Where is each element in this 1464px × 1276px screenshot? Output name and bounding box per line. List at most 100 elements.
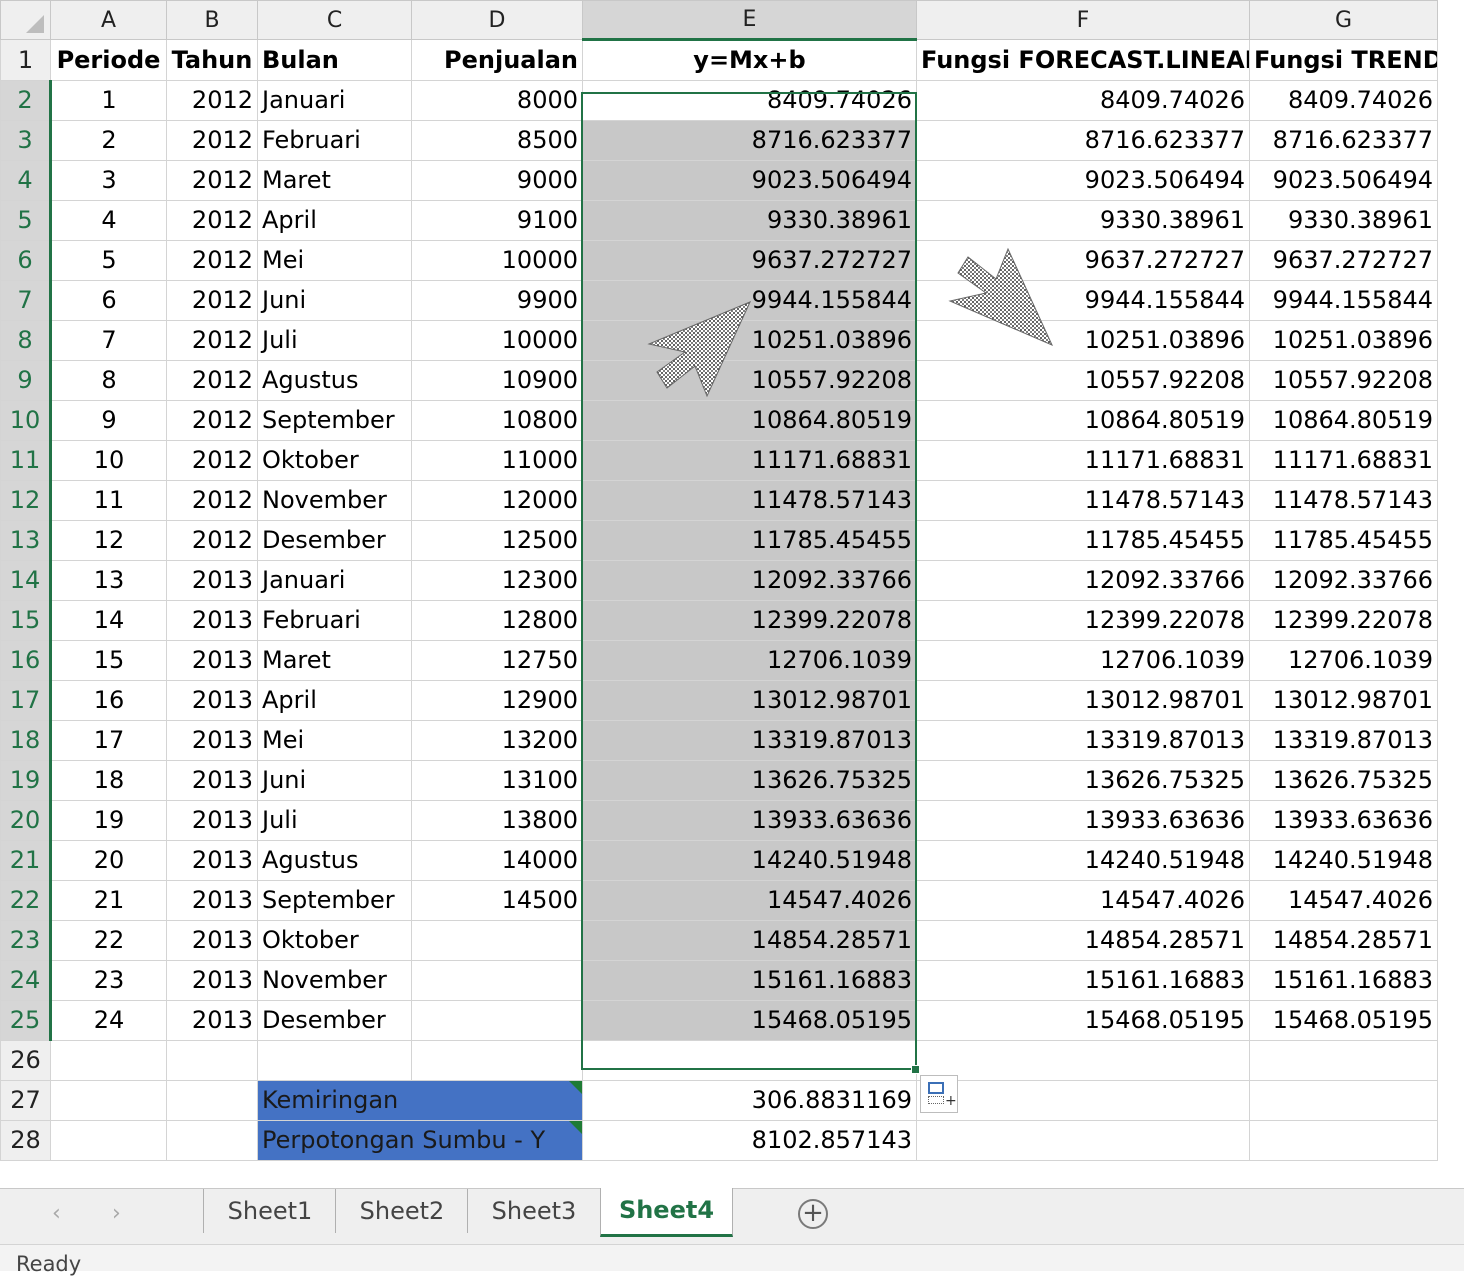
cell-forecast-linear[interactable]: 8409.74026 <box>916 80 1250 121</box>
cell-bulan[interactable]: September <box>257 880 412 921</box>
cell-bulan[interactable]: Oktober <box>257 920 412 961</box>
cell-tahun[interactable]: 2012 <box>166 280 258 321</box>
cell-ymxb[interactable]: 9637.272727 <box>582 240 917 281</box>
cell-trend[interactable]: 10557.92208 <box>1249 360 1438 401</box>
row-header[interactable]: 6 <box>0 240 52 281</box>
cell-bulan[interactable]: Agustus <box>257 840 412 881</box>
cell-periode[interactable]: 13 <box>50 560 167 601</box>
tab-scroll-right-icon[interactable]: › <box>112 1201 121 1226</box>
cell-trend[interactable]: 9023.506494 <box>1249 160 1438 201</box>
cell-periode[interactable]: 18 <box>50 760 167 801</box>
cell-trend[interactable]: 13933.63636 <box>1249 800 1438 841</box>
cell-forecast-linear[interactable]: 10251.03896 <box>916 320 1250 361</box>
cell-penjualan[interactable]: 12750 <box>411 640 583 681</box>
row-header[interactable]: 15 <box>0 600 52 641</box>
cell-bulan[interactable]: April <box>257 200 412 241</box>
cell-ymxb[interactable]: 8409.74026 <box>582 80 917 121</box>
cell-empty[interactable] <box>916 1080 1250 1121</box>
cell-penjualan[interactable]: 8000 <box>411 80 583 121</box>
spreadsheet-grid[interactable]: A B C D E F G 1 Periode Tahun Bulan Penj… <box>0 0 1464 1188</box>
cell-empty[interactable] <box>916 1040 1250 1081</box>
cell-periode[interactable]: 8 <box>50 360 167 401</box>
cell-forecast-linear[interactable]: 13933.63636 <box>916 800 1250 841</box>
cell-tahun[interactable]: 2013 <box>166 720 258 761</box>
row-header[interactable]: 3 <box>0 120 52 161</box>
cell-empty[interactable] <box>257 1040 412 1081</box>
column-header-g[interactable]: G <box>1249 0 1438 40</box>
cell-penjualan[interactable]: 10000 <box>411 320 583 361</box>
cell-periode[interactable]: 3 <box>50 160 167 201</box>
tab-sheet4[interactable]: Sheet4 <box>600 1188 733 1237</box>
summary-value[interactable]: 306.8831169 <box>582 1080 917 1121</box>
tab-sheet2[interactable]: Sheet2 <box>335 1189 468 1233</box>
cell-penjualan[interactable] <box>411 960 583 1001</box>
cell-forecast-linear[interactable]: 13012.98701 <box>916 680 1250 721</box>
cell-penjualan[interactable]: 10800 <box>411 400 583 441</box>
cell-periode[interactable]: 9 <box>50 400 167 441</box>
fill-handle[interactable] <box>911 1065 920 1074</box>
cell-tahun[interactable]: 2012 <box>166 320 258 361</box>
cell-ymxb[interactable]: 12092.33766 <box>582 560 917 601</box>
cell-periode[interactable]: 2 <box>50 120 167 161</box>
cell-periode[interactable]: 11 <box>50 480 167 521</box>
cell-forecast-linear[interactable]: 9023.506494 <box>916 160 1250 201</box>
cell-tahun[interactable]: 2013 <box>166 840 258 881</box>
cell-bulan[interactable]: Februari <box>257 120 412 161</box>
select-all-corner[interactable] <box>0 0 51 40</box>
cell-empty[interactable] <box>166 1080 258 1121</box>
cell-tahun[interactable]: 2012 <box>166 440 258 481</box>
cell-penjualan[interactable]: 8500 <box>411 120 583 161</box>
cell-trend[interactable]: 12092.33766 <box>1249 560 1438 601</box>
cell-empty[interactable] <box>1249 1120 1438 1161</box>
cell-periode[interactable]: 20 <box>50 840 167 881</box>
cell-periode[interactable]: 6 <box>50 280 167 321</box>
worksheet-table[interactable]: A B C D E F G 1 Periode Tahun Bulan Penj… <box>0 0 1438 1161</box>
cell-penjualan[interactable]: 13800 <box>411 800 583 841</box>
cell-forecast-linear[interactable]: 14240.51948 <box>916 840 1250 881</box>
cell-tahun[interactable]: 2012 <box>166 80 258 121</box>
tab-sheet1[interactable]: Sheet1 <box>203 1189 336 1233</box>
row-header[interactable]: 19 <box>0 760 52 801</box>
cell-forecast-linear[interactable]: 11785.45455 <box>916 520 1250 561</box>
cell-header-periode[interactable]: Periode <box>50 39 167 81</box>
cell-empty[interactable] <box>1249 1040 1438 1081</box>
cell-header-tahun[interactable]: Tahun <box>166 39 258 81</box>
cell-tahun[interactable]: 2013 <box>166 920 258 961</box>
cell-tahun[interactable]: 2012 <box>166 360 258 401</box>
row-header[interactable]: 18 <box>0 720 52 761</box>
cell-tahun[interactable]: 2013 <box>166 760 258 801</box>
row-header[interactable]: 11 <box>0 440 52 481</box>
cell-trend[interactable]: 11171.68831 <box>1249 440 1438 481</box>
row-header[interactable]: 10 <box>0 400 52 441</box>
cell-tahun[interactable]: 2012 <box>166 400 258 441</box>
column-header-f[interactable]: F <box>916 0 1250 40</box>
cell-header-bulan[interactable]: Bulan <box>257 39 412 81</box>
cell-periode[interactable]: 22 <box>50 920 167 961</box>
cell-ymxb[interactable]: 13626.75325 <box>582 760 917 801</box>
cell-trend[interactable]: 13012.98701 <box>1249 680 1438 721</box>
column-header-b[interactable]: B <box>166 0 258 40</box>
cell-forecast-linear[interactable]: 8716.623377 <box>916 120 1250 161</box>
cell-empty[interactable] <box>411 1040 583 1081</box>
row-header[interactable]: 24 <box>0 960 52 1001</box>
cell-ymxb[interactable]: 13012.98701 <box>582 680 917 721</box>
cell-periode[interactable]: 7 <box>50 320 167 361</box>
row-header[interactable]: 4 <box>0 160 52 201</box>
row-header[interactable]: 2 <box>0 80 52 121</box>
cell-penjualan[interactable]: 10900 <box>411 360 583 401</box>
cell-empty[interactable] <box>50 1080 167 1121</box>
cell-forecast-linear[interactable]: 11171.68831 <box>916 440 1250 481</box>
cell-trend[interactable]: 9944.155844 <box>1249 280 1438 321</box>
cell-ymxb[interactable]: 9330.38961 <box>582 200 917 241</box>
cell-tahun[interactable]: 2013 <box>166 800 258 841</box>
cell-bulan[interactable]: Maret <box>257 640 412 681</box>
cell-ymxb[interactable]: 11478.57143 <box>582 480 917 521</box>
cell-periode[interactable]: 12 <box>50 520 167 561</box>
cell-bulan[interactable]: Maret <box>257 160 412 201</box>
cell-forecast-linear[interactable]: 12706.1039 <box>916 640 1250 681</box>
cell-ymxb[interactable]: 15161.16883 <box>582 960 917 1001</box>
cell-trend[interactable]: 14854.28571 <box>1249 920 1438 961</box>
summary-label[interactable]: Perpotongan Sumbu - Y <box>257 1120 583 1161</box>
cell-periode[interactable]: 1 <box>50 80 167 121</box>
cell-periode[interactable]: 14 <box>50 600 167 641</box>
